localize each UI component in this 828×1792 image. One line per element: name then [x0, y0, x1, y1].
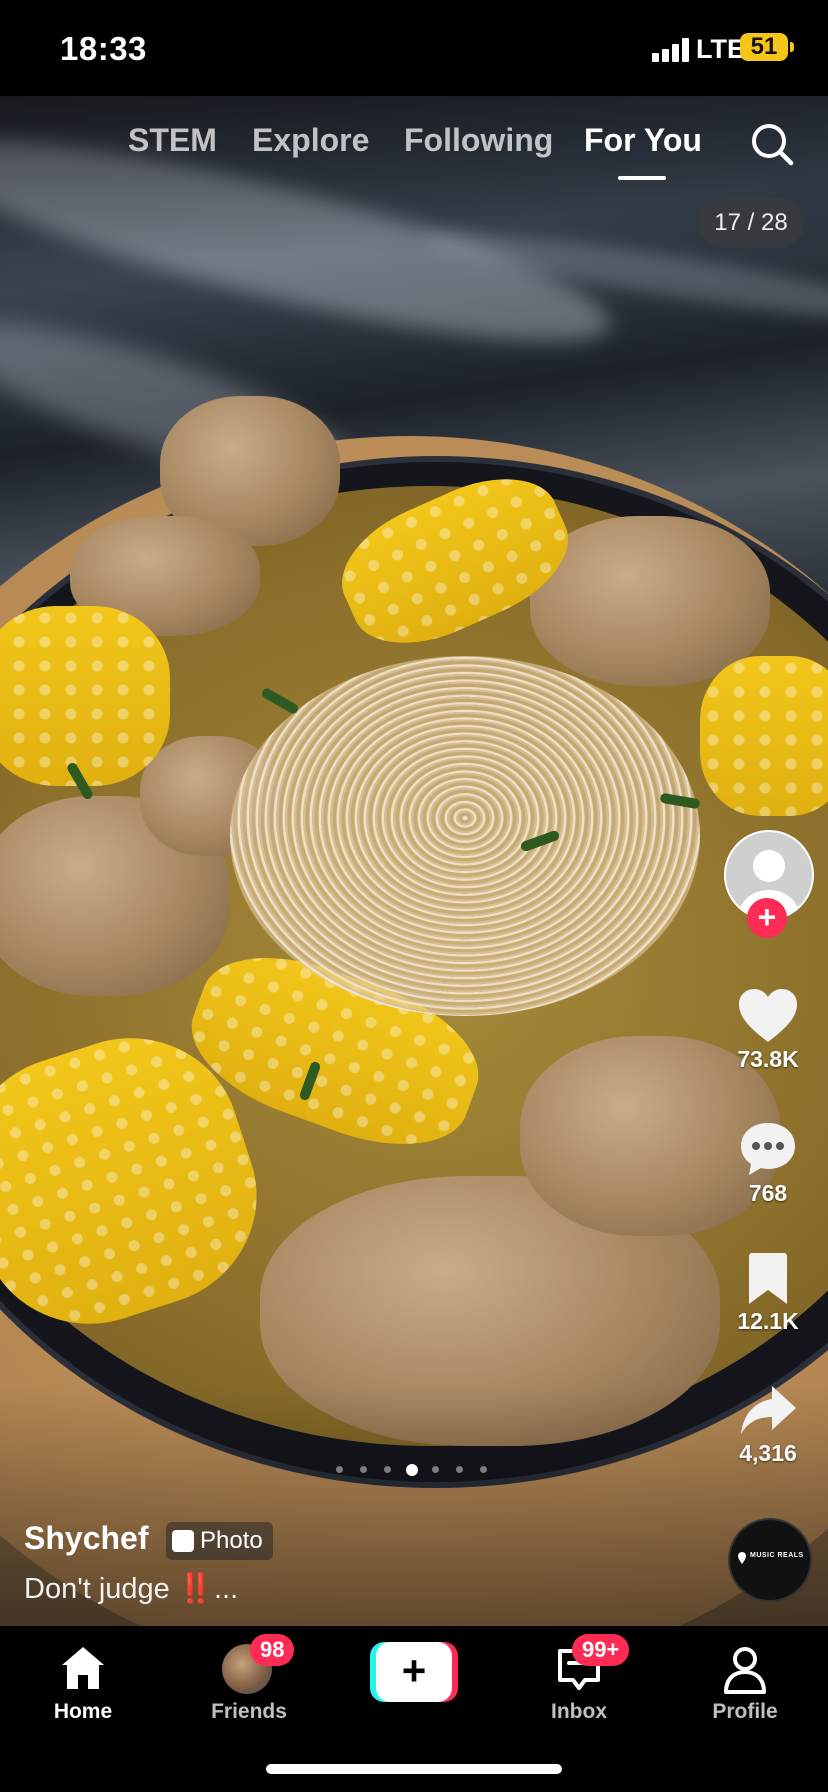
profile-icon — [724, 1647, 766, 1694]
nav-friends-label: Friends — [211, 1700, 287, 1723]
home-icon — [62, 1647, 104, 1689]
music-disc-label: MUSIC REALS — [750, 1552, 804, 1559]
create-icon: + — [376, 1642, 452, 1702]
carousel-dot[interactable] — [480, 1466, 487, 1473]
corn-cob — [0, 606, 170, 786]
status-bar: 18:33 LTE 51 — [0, 0, 828, 96]
nav-home[interactable]: Home — [18, 1642, 148, 1724]
heart-icon — [739, 989, 797, 1042]
follow-button[interactable]: + — [747, 898, 787, 938]
active-tab-indicator — [618, 176, 666, 180]
post-description[interactable]: Don't judge ‼️... — [24, 1572, 238, 1606]
like-count: 73.8K — [737, 1046, 799, 1072]
save-button[interactable]: 12.1K — [720, 1252, 816, 1335]
network-type: LTE — [696, 34, 745, 64]
photo-icon — [172, 1530, 194, 1552]
nav-friends[interactable]: 98 Friends — [184, 1634, 314, 1724]
photo-badge-label: Photo — [200, 1527, 263, 1554]
photo-badge: Photo — [166, 1522, 273, 1560]
share-icon — [741, 1386, 796, 1434]
tab-following[interactable]: Following — [404, 122, 553, 159]
create-button[interactable]: + — [370, 1642, 458, 1702]
location-pin-icon — [738, 1552, 746, 1564]
comment-icon — [741, 1123, 795, 1175]
corn-cob — [700, 656, 828, 816]
save-count: 12.1K — [737, 1308, 799, 1334]
share-button[interactable]: 4,316 — [720, 1384, 816, 1467]
carousel-dot[interactable] — [336, 1466, 343, 1473]
inbox-badge: 99+ — [572, 1634, 630, 1666]
double-exclamation-emoji: ‼️ — [177, 1573, 214, 1605]
carousel-dot-active[interactable] — [406, 1464, 418, 1476]
friends-badge: 98 — [250, 1634, 295, 1666]
comment-button[interactable]: 768 — [720, 1120, 816, 1207]
music-disc[interactable]: MUSIC REALS — [728, 1518, 812, 1602]
photo-counter: 17 / 28 — [698, 198, 804, 248]
battery-tip — [790, 42, 794, 52]
description-more: ... — [213, 1573, 239, 1605]
carousel-dot[interactable] — [384, 1466, 391, 1473]
creator-username[interactable]: Shychef — [24, 1520, 148, 1557]
carousel-dot[interactable] — [456, 1466, 463, 1473]
nav-profile[interactable]: Profile — [680, 1642, 810, 1724]
nav-inbox-label: Inbox — [551, 1700, 607, 1723]
home-indicator[interactable] — [266, 1764, 562, 1774]
nav-inbox[interactable]: 99+ Inbox — [514, 1634, 644, 1724]
tiktok-screen: 18:33 LTE 51 STEM Explore Following For … — [0, 0, 828, 1792]
tab-explore[interactable]: Explore — [252, 122, 369, 159]
battery-icon: 51 — [740, 33, 788, 61]
carousel-dot[interactable] — [432, 1466, 439, 1473]
carousel-dot[interactable] — [360, 1466, 367, 1473]
signal-icon — [652, 38, 692, 62]
share-count: 4,316 — [739, 1440, 797, 1466]
comment-count: 768 — [748, 1180, 788, 1206]
status-time: 18:33 — [60, 30, 147, 67]
nav-profile-label: Profile — [712, 1700, 778, 1723]
search-icon[interactable] — [748, 120, 796, 168]
tab-for-you[interactable]: For You — [584, 122, 702, 159]
tab-stem[interactable]: STEM — [128, 122, 217, 159]
post-photo[interactable] — [0, 96, 828, 1626]
noodles — [230, 656, 700, 1016]
top-feed-tabs: STEM Explore Following For You — [0, 100, 828, 190]
nav-home-label: Home — [53, 1700, 113, 1723]
like-button[interactable]: 73.8K — [720, 988, 816, 1073]
bookmark-icon — [749, 1253, 787, 1304]
description-text: Don't judge — [24, 1573, 178, 1605]
